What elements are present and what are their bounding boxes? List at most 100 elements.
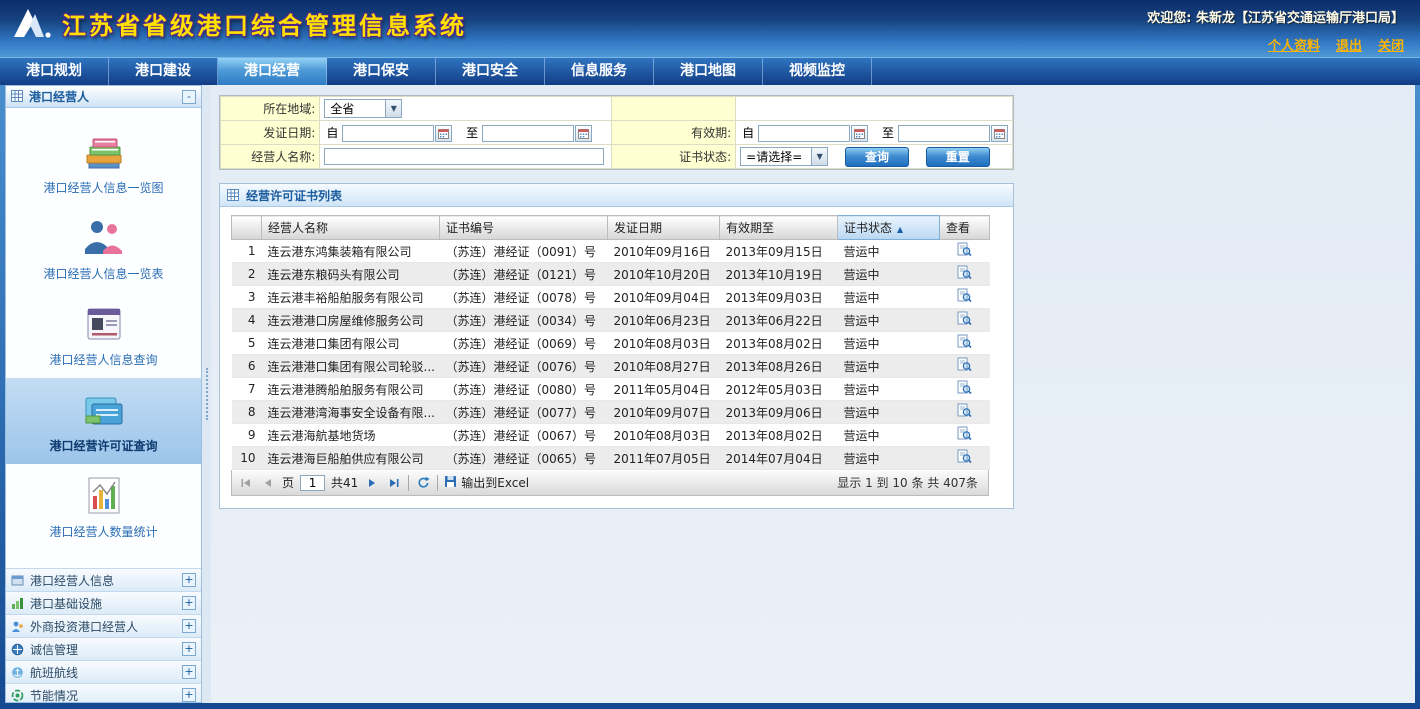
- sidebar-item[interactable]: 港口经营人信息一览表: [6, 206, 201, 292]
- view-icon[interactable]: [957, 311, 972, 326]
- view-icon[interactable]: [957, 449, 972, 464]
- main-nav: 港口规划港口建设港口经营港口保安港口安全信息服务港口地图视频监控: [0, 57, 1420, 85]
- table-row[interactable]: 4 连云港港口房屋维修服务公司 （苏连）港经证（0034）号 2010年06月2…: [232, 309, 990, 332]
- table-row[interactable]: 3 连云港丰裕船舶服务有限公司 （苏连）港经证（0078）号 2010年09月0…: [232, 286, 990, 309]
- calendar-icon[interactable]: [851, 125, 868, 142]
- page-input[interactable]: [300, 475, 325, 491]
- nav-tab[interactable]: 港口保安: [327, 58, 436, 85]
- view-icon[interactable]: [957, 242, 972, 257]
- column-header[interactable]: 证书状态▲: [838, 216, 940, 240]
- sidebar-item[interactable]: 港口经营人信息查询: [6, 292, 201, 378]
- column-header[interactable]: 证书编号: [440, 216, 608, 240]
- nav-tab[interactable]: 港口经营: [218, 58, 327, 85]
- reset-button[interactable]: 重置: [926, 147, 990, 167]
- expand-button[interactable]: +: [182, 642, 196, 656]
- table-row[interactable]: 2 连云港东粮码头有限公司 （苏连）港经证（0121）号 2010年10月20日…: [232, 263, 990, 286]
- next-page-button[interactable]: [364, 475, 380, 491]
- sidebar-item[interactable]: 港口经营许可证查询: [6, 378, 201, 464]
- sidebar-sub-panel[interactable]: 外商投资港口经营人 +: [6, 615, 201, 638]
- column-header[interactable]: 有效期至: [720, 216, 838, 240]
- view-icon[interactable]: [957, 334, 972, 349]
- issue-date-from-input[interactable]: [342, 125, 434, 142]
- view-icon[interactable]: [957, 426, 972, 441]
- user-link[interactable]: 关闭: [1378, 35, 1404, 54]
- sidebar-sub-panels: 港口经营人信息 + 港口基础设施 + 外商投资港口经营人 + 诚信管理 + 航班…: [6, 568, 201, 703]
- table-row[interactable]: 1 连云港东鸿集装箱有限公司 （苏连）港经证（0091）号 2010年09月16…: [232, 240, 990, 263]
- region-select[interactable]: 全省 ▼: [324, 99, 402, 118]
- validity-to-input[interactable]: [898, 125, 990, 142]
- sidebar-item[interactable]: 港口经营人数量统计: [6, 464, 201, 550]
- row-number: 8: [232, 401, 262, 424]
- table-row[interactable]: 6 连云港港口集团有限公司轮驳... （苏连）港经证（0076）号 2010年0…: [232, 355, 990, 378]
- nav-tab[interactable]: 视频监控: [763, 58, 872, 85]
- column-header[interactable]: 查看: [940, 216, 990, 240]
- column-header[interactable]: 发证日期: [608, 216, 720, 240]
- table-row[interactable]: 8 连云港港湾海事安全设备有限... （苏连）港经证（0077）号 2010年0…: [232, 401, 990, 424]
- chevron-down-icon: ▼: [385, 100, 401, 117]
- expand-button[interactable]: +: [182, 596, 196, 610]
- view-icon[interactable]: [957, 288, 972, 303]
- validity-from-input[interactable]: [758, 125, 850, 142]
- cert-number-cell: （苏连）港经证（0091）号: [440, 240, 608, 263]
- sidebar-sub-panel[interactable]: 节能情况 +: [6, 684, 201, 703]
- collapse-button[interactable]: -: [182, 90, 196, 104]
- chart-icon: [81, 473, 127, 519]
- infra-panel-icon: [11, 597, 24, 610]
- view-icon[interactable]: [957, 403, 972, 418]
- nav-tab[interactable]: 港口规划: [0, 58, 109, 85]
- cert-status-select[interactable]: =请选择= ▼: [740, 147, 828, 166]
- expand-button[interactable]: +: [182, 573, 196, 587]
- view-icon[interactable]: [957, 265, 972, 280]
- sidebar-item[interactable]: 港口经营人信息一览图: [6, 120, 201, 206]
- sidebar-sub-panel[interactable]: 港口经营人信息 +: [6, 569, 201, 592]
- valid-until-cell: 2013年09月15日: [720, 240, 838, 263]
- issue-date-cell: 2010年09月04日: [608, 286, 720, 309]
- sidebar-sub-panel[interactable]: 诚信管理 +: [6, 638, 201, 661]
- user-link[interactable]: 个人资料: [1268, 35, 1320, 54]
- sidebar-sub-panel[interactable]: 港口基础设施 +: [6, 592, 201, 615]
- query-button[interactable]: 查询: [845, 147, 909, 167]
- user-links: 个人资料退出关闭: [1268, 35, 1404, 54]
- expand-button[interactable]: +: [182, 665, 196, 679]
- operator-name-cell: 连云港海航基地货场: [262, 424, 440, 447]
- view-icon[interactable]: [957, 380, 972, 395]
- cert-status-cell: 营运中: [838, 424, 940, 447]
- sidebar-items: 港口经营人信息一览图 港口经营人信息一览表 港口经营人信息查询 港口经营许可证查…: [6, 108, 201, 550]
- row-number: 3: [232, 286, 262, 309]
- row-number: 2: [232, 263, 262, 286]
- issue-date-to-input[interactable]: [482, 125, 574, 142]
- nav-tab[interactable]: 港口地图: [654, 58, 763, 85]
- first-page-button[interactable]: [238, 475, 254, 491]
- nav-tab[interactable]: 港口建设: [109, 58, 218, 85]
- issue-date-cell: 2010年10月20日: [608, 263, 720, 286]
- sidebar-item-label: 港口经营人信息查询: [6, 351, 201, 368]
- user-link[interactable]: 退出: [1336, 35, 1362, 54]
- table-row[interactable]: 9 连云港海航基地货场 （苏连）港经证（0067）号 2010年08月03日 2…: [232, 424, 990, 447]
- table-row[interactable]: 5 连云港港口集团有限公司 （苏连）港经证（0069）号 2010年08月03日…: [232, 332, 990, 355]
- nav-tab[interactable]: 港口安全: [436, 58, 545, 85]
- calendar-icon[interactable]: [991, 125, 1008, 142]
- table-row[interactable]: 7 连云港港腾船舶服务有限公司 （苏连）港经证（0080）号 2011年05月0…: [232, 378, 990, 401]
- export-excel-button[interactable]: 输出到Excel: [444, 474, 529, 491]
- cert-number-cell: （苏连）港经证（0069）号: [440, 332, 608, 355]
- refresh-button[interactable]: [415, 475, 431, 491]
- search-form: 所在地域: 全省 ▼ 发证日期: 自: [219, 95, 1014, 170]
- operator-name-input[interactable]: [324, 148, 604, 165]
- nav-tab[interactable]: 信息服务: [545, 58, 654, 85]
- view-icon[interactable]: [957, 357, 972, 372]
- table-row[interactable]: 10 连云港海巨船舶供应有限公司 （苏连）港经证（0065）号 2011年07月…: [232, 447, 990, 470]
- row-number: 5: [232, 332, 262, 355]
- cert-number-cell: （苏连）港经证（0077）号: [440, 401, 608, 424]
- last-page-button[interactable]: [386, 475, 402, 491]
- column-header[interactable]: 经营人名称: [262, 216, 440, 240]
- sidebar-panel-header[interactable]: 港口经营人 -: [6, 86, 201, 108]
- calendar-icon[interactable]: [435, 125, 452, 142]
- calendar-icon[interactable]: [575, 125, 592, 142]
- operator-name-cell: 连云港港口集团有限公司: [262, 332, 440, 355]
- cert-status-cell: 营运中: [838, 263, 940, 286]
- sidebar-sub-panel[interactable]: 航班航线 +: [6, 661, 201, 684]
- splitter[interactable]: [202, 85, 211, 703]
- expand-button[interactable]: +: [182, 688, 196, 702]
- prev-page-button[interactable]: [260, 475, 276, 491]
- expand-button[interactable]: +: [182, 619, 196, 633]
